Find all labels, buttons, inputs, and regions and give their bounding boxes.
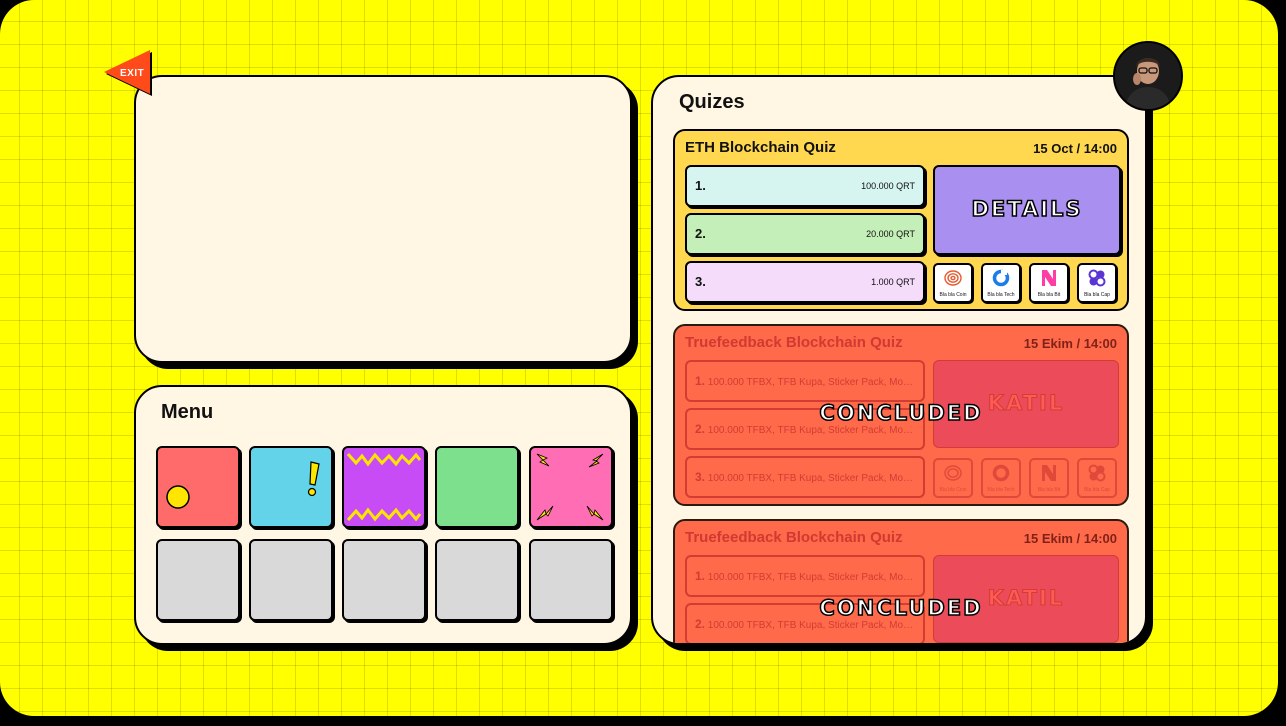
quiz-card: Truefeedback Blockchain Quiz 15 Ekim / 1… [673,324,1129,506]
sponsor-logo: Bla bla Cap [1077,458,1117,498]
prize-amount: 100.000 QRT [861,181,915,191]
menu-tile-red[interactable] [156,446,240,528]
menu-title: Menu [161,401,214,423]
ring-icon [992,464,1010,482]
prize-rank: 3. [695,470,706,484]
prize-row: 1. 100.000 QRT [685,165,925,207]
prize-text: 100.000 TFBX, TFB Kupa, Sticker Pack, Mo… [707,473,917,484]
prize-rank: 1. [695,569,706,583]
join-label: KATIL [987,391,1065,416]
exclamation-icon [307,461,320,497]
prize-rank: 3. [695,274,706,289]
prize-rank: 1. [695,178,706,193]
quiz-date: 15 Ekim / 14:00 [1023,531,1117,546]
ring-icon [992,269,1010,287]
sponsor-name: Bla bla Tech [987,487,1015,493]
quiz-card: Truefeedback Blockchain Quiz 15 Ekim / 1… [673,519,1129,643]
circle-icon [166,485,190,509]
prize-text: 100.000 TFBX, TFB Kupa, Sticker Pack, Mo… [707,425,917,436]
fingerprint-icon [944,465,962,481]
prize-rank: 2. [695,226,706,241]
sponsor-logo[interactable]: Bla bla Coin [933,263,973,303]
quiz-title: Truefeedback Blockchain Quiz [685,529,903,546]
details-label: DETAILS [971,196,1083,222]
prize-row: 1. 100.000 TFBX, TFB Kupa, Sticker Pack,… [685,360,925,402]
prize-row: 2. 100.000 TFBX, TFB Kupa, Sticker Pack,… [685,603,925,643]
user-photo-icon [1115,43,1181,109]
prize-row: 3. 100.000 TFBX, TFB Kupa, Sticker Pack,… [685,456,925,498]
sponsor-logo: Bla bla Coin [933,458,973,498]
exit-label: EXIT [120,68,145,79]
menu-tile-cyan[interactable] [249,446,333,528]
app-frame: EXIT Menu Quizes ETH Blockchain Quiz 15 … [0,0,1278,716]
n-letter-icon [1042,270,1056,286]
quizzes-title: Quizes [679,91,745,113]
quiz-card: ETH Blockchain Quiz 15 Oct / 14:00 1. 10… [673,129,1129,311]
prize-row: 2. 20.000 QRT [685,213,925,255]
quiz-date: 15 Ekim / 14:00 [1023,336,1117,351]
sponsor-name: Bla bla Coin [939,292,967,298]
details-button[interactable]: DETAILS [933,165,1121,255]
sponsor-logo[interactable]: Bla bla Cap [1077,263,1117,303]
prize-text: 100.000 TFBX, TFB Kupa, Sticker Pack, Mo… [707,377,917,388]
lightning-icon [536,453,604,521]
display-panel [134,75,632,363]
menu-tile-empty[interactable] [342,539,426,621]
menu-tile-empty[interactable] [435,539,519,621]
zigzag-icon [346,452,422,522]
user-avatar[interactable] [1113,41,1183,111]
menu-tile-pink[interactable] [529,446,613,528]
menu-tile-empty[interactable] [529,539,613,621]
prize-text: 100.000 TFBX, TFB Kupa, Sticker Pack, Mo… [707,572,917,583]
join-label: KATIL [987,586,1065,611]
sponsor-logo: Bla bla Bit [1029,458,1069,498]
prize-row: 1. 100.000 TFBX, TFB Kupa, Sticker Pack,… [685,555,925,597]
prize-row: 3. 1.000 QRT [685,261,925,303]
cluster-icon [1088,464,1106,482]
n-letter-icon [1042,465,1056,481]
quiz-date: 15 Oct / 14:00 [1033,141,1117,156]
quiz-title: ETH Blockchain Quiz [685,139,836,156]
cluster-icon [1088,269,1106,287]
sponsor-name: Bla bla Cap [1084,292,1110,298]
exit-button[interactable]: EXIT [104,50,160,104]
menu-tile-green[interactable] [435,446,519,528]
sponsor-name: Bla bla Cap [1084,487,1110,493]
prize-row: 2. 100.000 TFBX, TFB Kupa, Sticker Pack,… [685,408,925,450]
quiz-title: Truefeedback Blockchain Quiz [685,334,903,351]
join-button[interactable]: KATIL [933,555,1119,643]
quizzes-panel: Quizes ETH Blockchain Quiz 15 Oct / 14:0… [651,75,1147,645]
sponsor-name: Bla bla Coin [939,487,967,493]
join-button[interactable]: KATIL [933,360,1119,448]
sponsor-logo: Bla bla Tech [981,458,1021,498]
menu-tile-empty[interactable] [249,539,333,621]
menu-tile-empty[interactable] [156,539,240,621]
sponsor-name: Bla bla Tech [987,292,1015,298]
menu-panel: Menu [134,385,632,645]
prize-amount: 1.000 QRT [871,277,915,287]
prize-rank: 2. [695,422,706,436]
prize-rank: 1. [695,374,706,388]
prize-amount: 20.000 QRT [866,229,915,239]
fingerprint-icon [944,270,962,286]
sponsor-logo[interactable]: Bla bla Bit [1029,263,1069,303]
sponsor-name: Bla bla Bit [1037,292,1061,298]
sponsor-logo[interactable]: Bla bla Tech [981,263,1021,303]
menu-tile-purple[interactable] [342,446,426,528]
prize-rank: 2. [695,617,706,631]
prize-text: 100.000 TFBX, TFB Kupa, Sticker Pack, Mo… [707,620,917,631]
sponsor-name: Bla bla Bit [1037,487,1061,493]
